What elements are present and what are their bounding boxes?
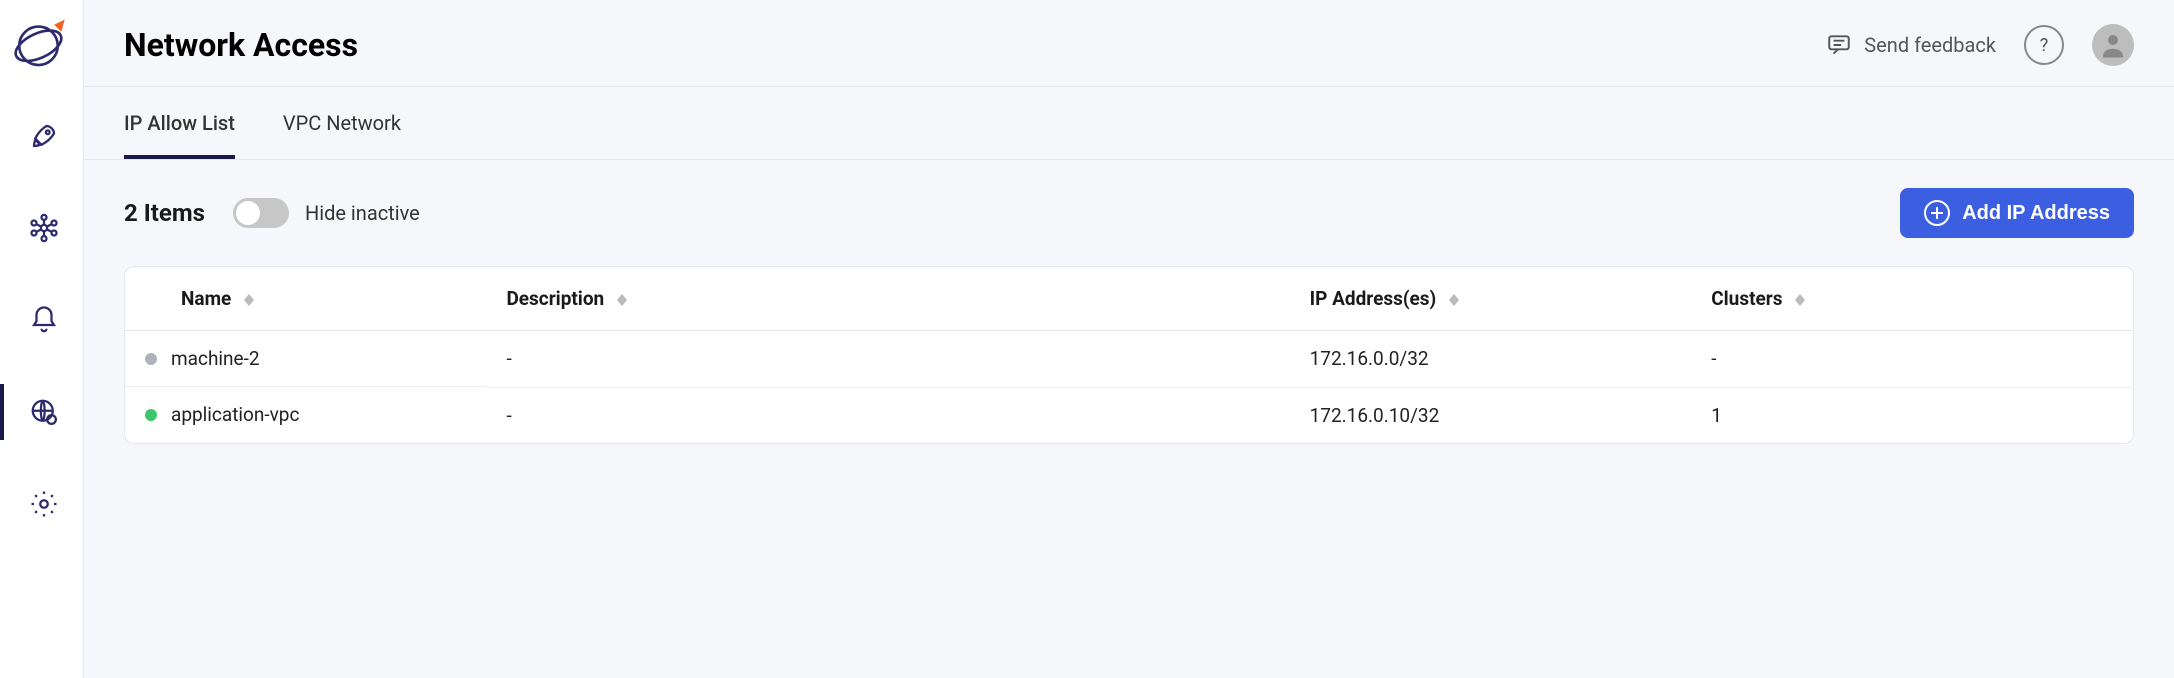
plus-icon	[1924, 200, 1950, 226]
row-description: -	[486, 387, 1289, 443]
question-icon: ?	[2040, 35, 2049, 56]
controls-row: 2 Items Hide inactive Add IP Address	[84, 160, 2174, 266]
sidebar-item-globe-settings[interactable]	[0, 384, 84, 440]
sidebar-item-notifications[interactable]	[0, 292, 84, 348]
row-clusters: 1	[1691, 387, 2133, 443]
status-indicator-active	[145, 409, 157, 421]
feedback-label: Send feedback	[1864, 33, 1996, 57]
table-row[interactable]: machine-2 - 172.16.0.0/32 -	[125, 331, 2133, 388]
table-row[interactable]: application-vpc - 172.16.0.10/32 1	[125, 387, 2133, 443]
add-ip-address-button[interactable]: Add IP Address	[1900, 188, 2134, 238]
sidebar	[0, 0, 84, 678]
status-indicator-inactive	[145, 353, 157, 365]
app-logo[interactable]	[14, 16, 70, 72]
tab-vpc-network[interactable]: VPC Network	[283, 87, 401, 159]
row-name: application-vpc	[171, 403, 299, 426]
row-description: -	[486, 331, 1289, 388]
tabs: IP Allow List VPC Network	[84, 87, 2174, 160]
sort-icon	[1795, 294, 1805, 306]
page-title: Network Access	[124, 26, 358, 64]
user-avatar[interactable]	[2092, 24, 2134, 66]
sidebar-item-network[interactable]	[0, 200, 84, 256]
toggle-switch	[233, 198, 289, 228]
row-clusters: -	[1691, 331, 2133, 388]
tab-ip-allow-list[interactable]: IP Allow List	[124, 87, 235, 159]
topbar-actions: Send feedback ?	[1826, 24, 2134, 66]
column-header-description[interactable]: Description	[486, 267, 1289, 331]
row-ip: 172.16.0.0/32	[1290, 331, 1692, 388]
send-feedback-button[interactable]: Send feedback	[1826, 32, 1996, 58]
help-button[interactable]: ?	[2024, 25, 2064, 65]
topbar: Network Access Send feedback ?	[84, 0, 2174, 87]
column-header-clusters[interactable]: Clusters	[1691, 267, 2133, 331]
sidebar-item-rocket[interactable]	[0, 108, 84, 164]
feedback-icon	[1826, 32, 1852, 58]
add-button-label: Add IP Address	[1962, 202, 2110, 225]
column-header-name[interactable]: Name	[125, 267, 486, 331]
ip-table: Name Description	[124, 266, 2134, 444]
column-header-ip[interactable]: IP Address(es)	[1290, 267, 1692, 331]
sidebar-item-settings[interactable]	[0, 476, 84, 532]
row-name: machine-2	[171, 347, 260, 370]
sort-icon	[617, 294, 627, 306]
row-ip: 172.16.0.10/32	[1290, 387, 1692, 443]
sort-icon	[1449, 294, 1459, 306]
main-content: Network Access Send feedback ? IP Allow …	[84, 0, 2174, 678]
avatar-icon	[2098, 30, 2128, 60]
item-count: 2 Items	[124, 199, 205, 227]
sort-icon	[244, 294, 254, 306]
toggle-label: Hide inactive	[305, 201, 420, 225]
hide-inactive-toggle[interactable]: Hide inactive	[233, 198, 420, 228]
